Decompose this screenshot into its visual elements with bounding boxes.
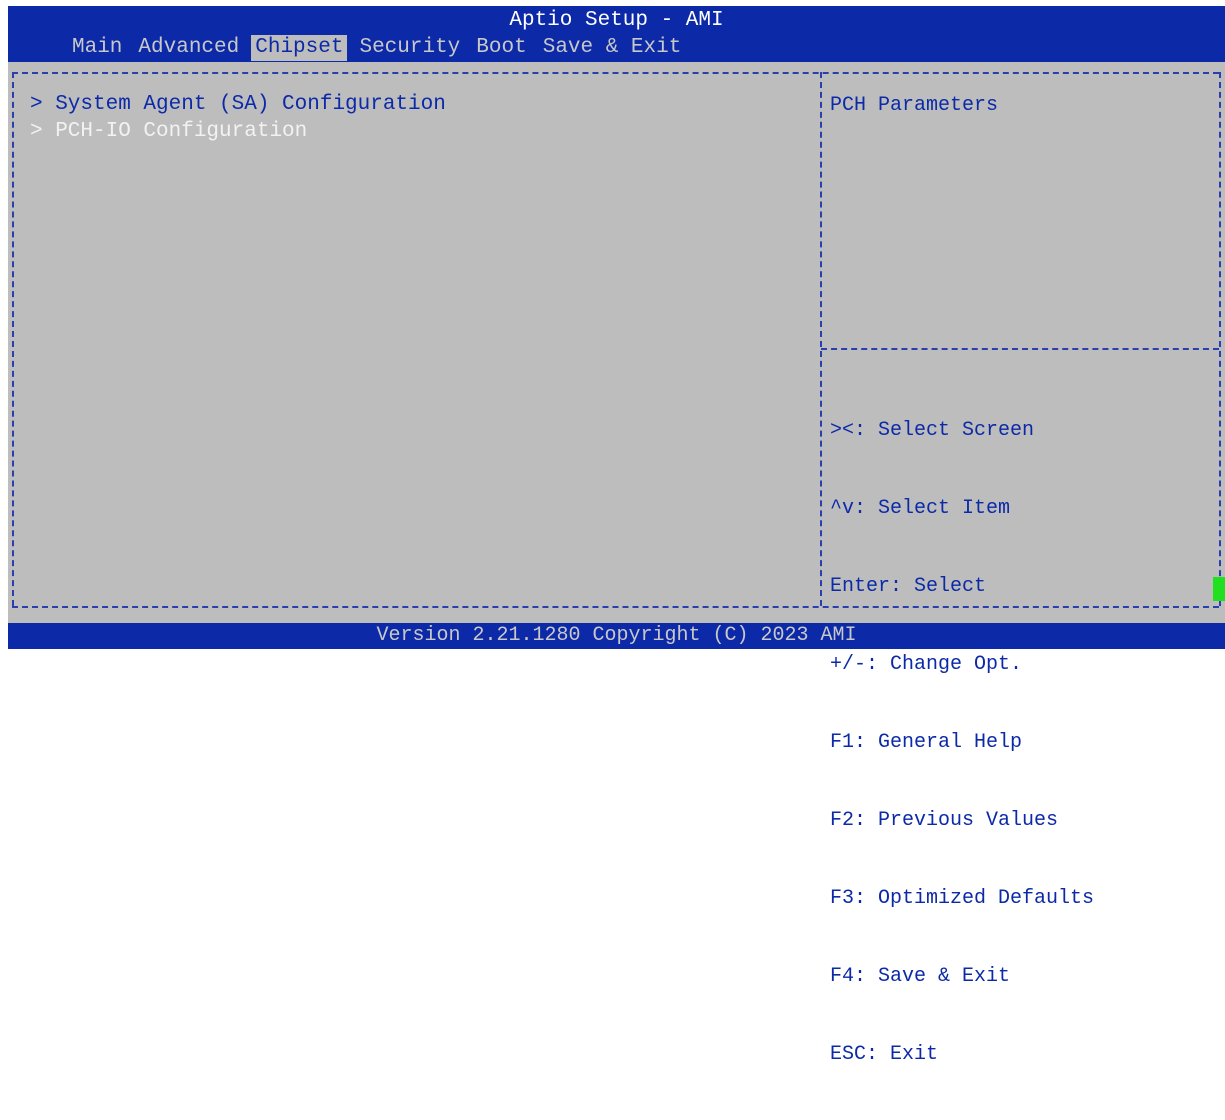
key-legend: ><: Select Screen ^v: Select Item Enter:… [830,366,1094,1120]
menu-item-pch-io[interactable]: > PCH-IO Configuration [30,119,307,145]
tab-advanced[interactable]: Advanced [134,35,243,61]
key-select-item: ^v: Select Item [830,497,1011,520]
tab-main[interactable]: Main [68,35,126,61]
frame-left-border [12,72,14,606]
key-save-exit: F4: Save & Exit [830,965,1011,988]
bios-screen: Aptio Setup - AMI Main Advanced Chipset … [8,6,1225,1066]
help-divider [821,348,1219,350]
key-enter-select: Enter: Select [830,575,987,598]
tab-chipset[interactable]: Chipset [251,35,348,61]
header-bar: Aptio Setup - AMI Main Advanced Chipset … [8,6,1225,62]
menu-item-system-agent[interactable]: > System Agent (SA) Configuration [30,92,446,118]
tab-security[interactable]: Security [355,35,464,61]
frame-middle-divider [820,72,822,606]
item-help-text: PCH Parameters [830,94,999,117]
frame-top-border [12,72,1219,74]
tab-bar: Main Advanced Chipset Security Boot Save… [68,35,693,61]
key-esc-exit: ESC: Exit [830,1043,939,1066]
key-optimized-defaults: F3: Optimized Defaults [830,887,1095,910]
key-select-screen: ><: Select Screen [830,419,1035,442]
version-footer: Version 2.21.1280 Copyright (C) 2023 AMI [8,623,1225,649]
frame-right-border [1219,72,1221,606]
key-change-opt: +/-: Change Opt. [830,653,1023,676]
app-title: Aptio Setup - AMI [509,9,724,32]
key-general-help: F1: General Help [830,731,1023,754]
tab-save-exit[interactable]: Save & Exit [539,35,686,61]
tab-boot[interactable]: Boot [472,35,530,61]
key-previous-values: F2: Previous Values [830,809,1059,832]
text-cursor [1213,577,1225,601]
